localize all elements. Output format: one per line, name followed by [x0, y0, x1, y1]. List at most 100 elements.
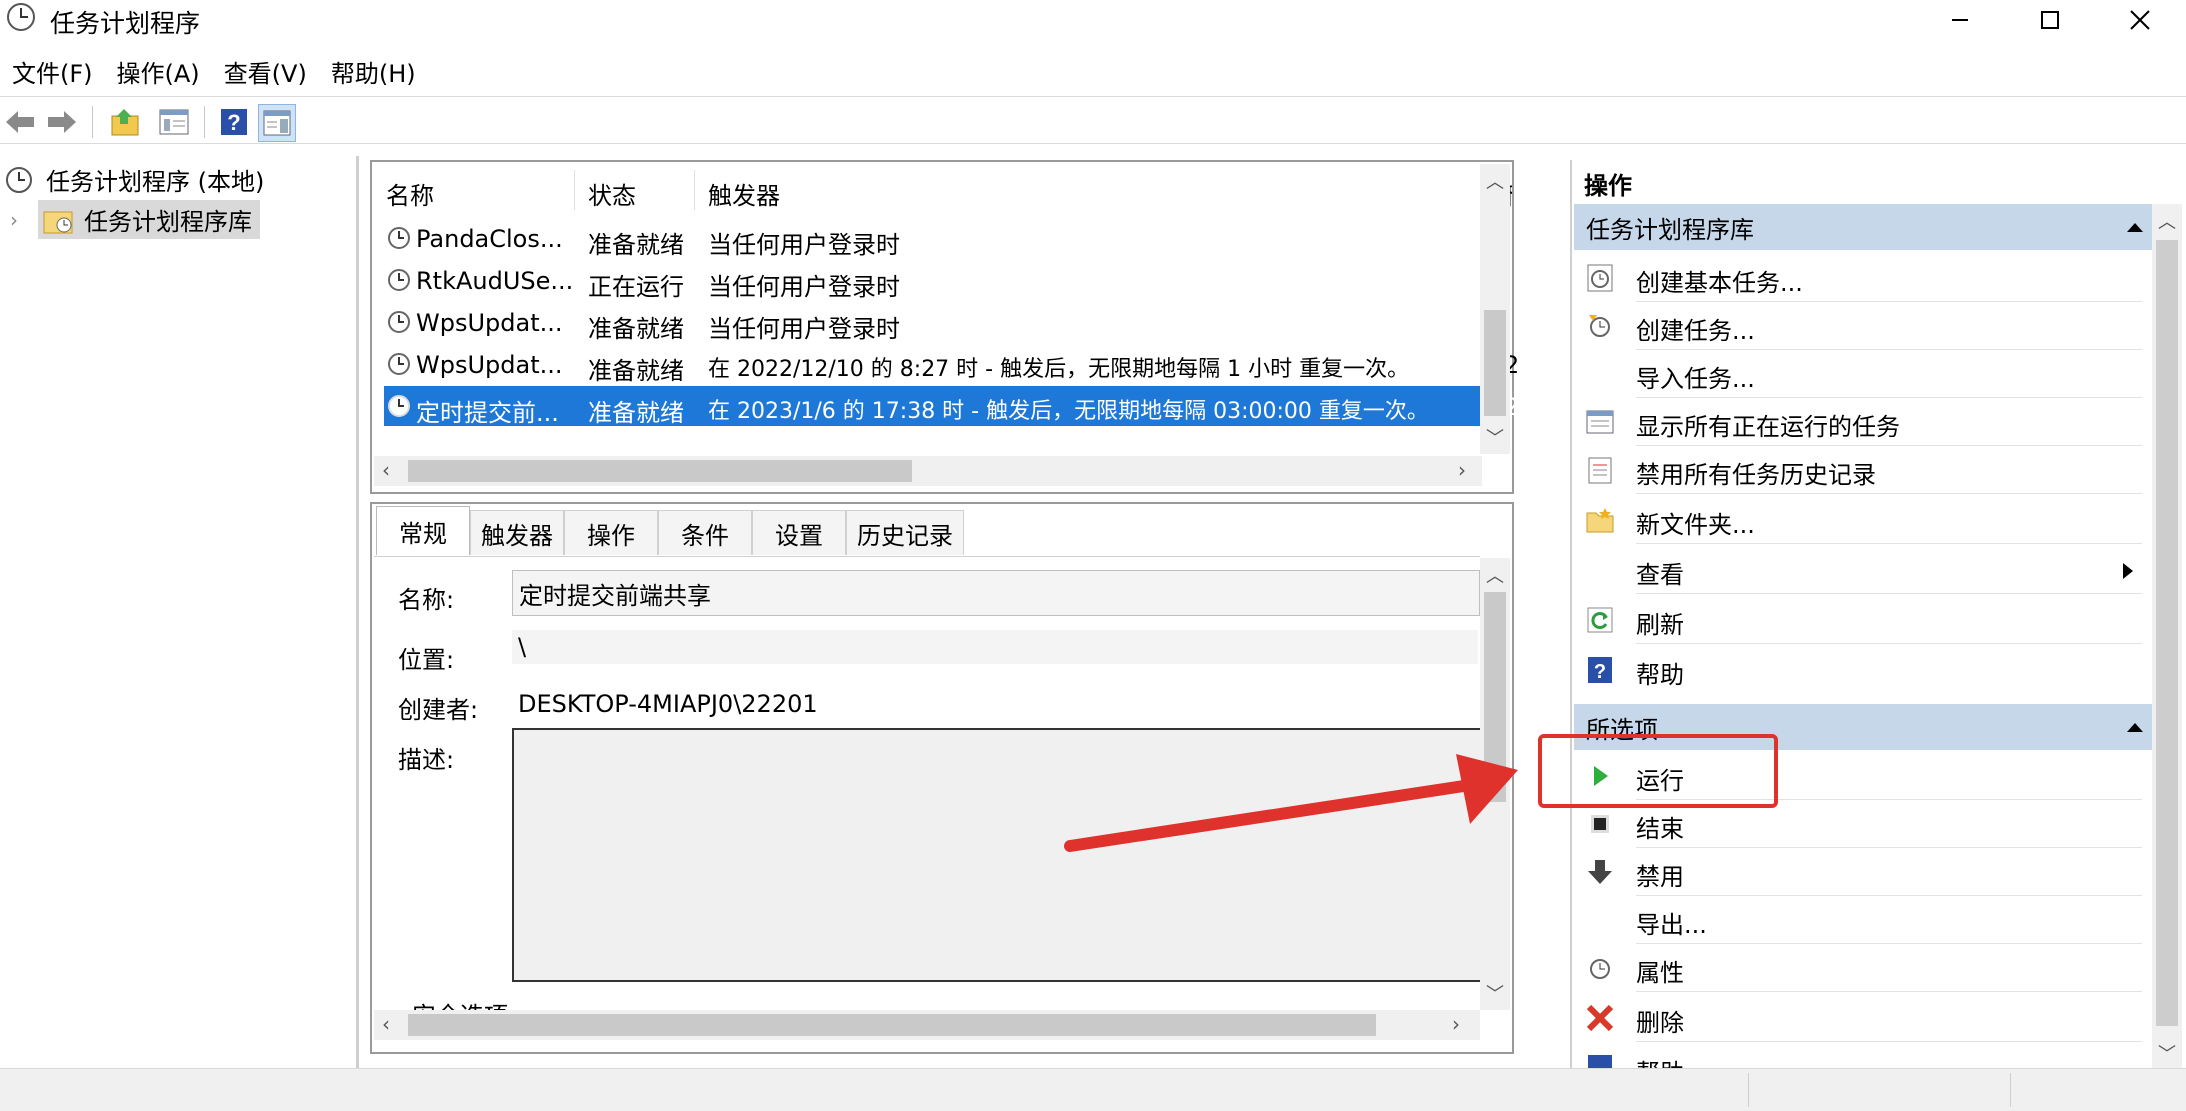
task-row[interactable]: RtkAudUSe... 正在运行 当任何用户登录时	[384, 260, 1484, 301]
task-status: 准备就绪	[588, 315, 684, 343]
task-row-selected[interactable]: 定时提交前... 准备就绪 在 2023/1/6 的 17:38 时 - 触发后…	[384, 386, 1519, 427]
task-name: PandaClos...	[416, 225, 563, 253]
scroll-up-icon[interactable]: ︿	[1486, 562, 1504, 588]
action-create-basic-task[interactable]: 创建基本任务...	[1574, 254, 2142, 302]
action-refresh[interactable]: 刷新	[1574, 596, 2142, 644]
section-header-library[interactable]: 任务计划程序库	[1574, 204, 2158, 250]
action-create-task[interactable]: 创建任务...	[1574, 302, 2142, 350]
task-row[interactable]: PandaClos... 准备就绪 当任何用户登录时	[384, 218, 1484, 259]
action-delete[interactable]: 删除	[1574, 994, 2142, 1042]
action-import-task[interactable]: 导入任务...	[1574, 350, 2142, 398]
running-tasks-icon	[1586, 410, 1614, 434]
scroll-left-icon[interactable]: ‹	[382, 458, 390, 482]
menu-view[interactable]: 查看(V)	[212, 56, 319, 92]
action-label: 禁用	[1636, 863, 1684, 891]
scroll-right-icon[interactable]: ›	[1458, 458, 1466, 482]
properties-icon	[1590, 959, 1610, 979]
back-arrow-icon	[6, 111, 34, 133]
task-name: WpsUpdat...	[416, 309, 563, 337]
column-header-trigger[interactable]: 触发器	[708, 176, 780, 211]
scroll-up-icon[interactable]: ︿	[2158, 208, 2176, 234]
tab-actions[interactable]: 操作	[564, 510, 658, 555]
expand-chevron-icon[interactable]: ›	[10, 208, 34, 232]
disable-icon	[1588, 860, 1612, 884]
task-row[interactable]: WpsUpdat... 准备就绪 在 2022/12/10 的 8:27 时 -…	[384, 344, 1519, 385]
show-hide-action-pane-button[interactable]	[258, 104, 296, 142]
scroll-right-icon[interactable]: ›	[1452, 1012, 1460, 1036]
task-list-horizontal-scrollbar[interactable]: ‹ ›	[374, 456, 1482, 486]
task-trigger: 当任何用户登录时	[708, 273, 900, 301]
delete-icon	[1586, 1004, 1614, 1032]
folder-up-icon	[111, 109, 139, 136]
minimize-button[interactable]	[1920, 0, 2000, 40]
menu-action[interactable]: 操作(A)	[105, 56, 212, 92]
tab-strip-divider	[374, 556, 1480, 557]
actions-vertical-scrollbar[interactable]: ︿ ﹀	[2152, 204, 2182, 1070]
help-icon: ?	[221, 109, 247, 135]
scroll-left-icon[interactable]: ‹	[382, 1012, 390, 1036]
task-list-vertical-scrollbar[interactable]: ︿ ﹀	[1480, 164, 1510, 454]
action-properties[interactable]: 属性	[1574, 944, 2142, 992]
tree-library-item[interactable]: › 任务计划程序库	[10, 200, 260, 239]
action-export[interactable]: 导出...	[1574, 896, 2142, 944]
status-divider	[1748, 1073, 1749, 1107]
tab-triggers[interactable]: 触发器	[470, 510, 564, 555]
toolbar: ?	[0, 100, 2186, 144]
action-pane-icon	[263, 110, 291, 136]
tab-general[interactable]: 常规	[376, 506, 470, 555]
tab-history[interactable]: 历史记录	[846, 510, 964, 555]
task-scheduler-app-icon	[6, 2, 36, 32]
task-trigger: 在 2023/1/6 的 17:38 时 - 触发后，无限期地每隔 03:00:…	[708, 399, 1429, 424]
action-new-folder[interactable]: 新文件夹...	[1574, 496, 2142, 544]
tree-library-label: 任务计划程序库	[84, 208, 252, 236]
task-clock-icon	[388, 353, 410, 375]
tab-conditions[interactable]: 条件	[658, 510, 752, 555]
action-view[interactable]: 查看	[1574, 546, 2142, 594]
task-row[interactable]: WpsUpdat... 准备就绪 当任何用户登录时	[384, 302, 1484, 343]
menu-help[interactable]: 帮助(H)	[319, 56, 428, 92]
console-tree: 任务计划程序 (本地) › 任务计划程序库	[0, 156, 359, 1068]
column-header-status[interactable]: 状态	[588, 176, 636, 211]
refresh-icon	[1587, 607, 1613, 633]
scroll-thumb[interactable]	[408, 460, 912, 482]
scroll-down-icon[interactable]: ﹀	[2158, 1040, 2176, 1066]
location-field: \	[512, 630, 1478, 664]
annotation-arrow-icon	[1064, 754, 1518, 852]
scroll-up-icon[interactable]: ︿	[1486, 168, 1504, 194]
up-folder-button[interactable]	[108, 104, 144, 140]
scroll-thumb[interactable]	[408, 1014, 1376, 1036]
help-toolbar-button[interactable]: ?	[216, 104, 252, 140]
security-options-label: 安全选项	[412, 996, 508, 1010]
forward-button[interactable]	[44, 104, 80, 140]
action-help[interactable]: ? 帮助	[1574, 646, 2142, 694]
action-help-selected[interactable]: 帮助	[1574, 1044, 2142, 1068]
details-horizontal-scrollbar[interactable]: ‹ ›	[374, 1010, 1480, 1040]
action-label: 删除	[1636, 1009, 1684, 1037]
task-clock-icon	[388, 395, 410, 417]
maximize-button[interactable]	[2010, 0, 2090, 40]
name-field[interactable]: 定时提交前端共享	[512, 570, 1480, 616]
tree-root-item[interactable]: 任务计划程序 (本地)	[4, 162, 264, 197]
column-header-name[interactable]: 名称	[386, 176, 434, 211]
close-button[interactable]	[2100, 0, 2180, 40]
action-show-running-tasks[interactable]: 显示所有正在运行的任务	[1574, 398, 2142, 446]
action-label: 创建基本任务...	[1636, 269, 1803, 297]
action-label: 禁用所有任务历史记录	[1636, 461, 1876, 489]
action-disable[interactable]: 禁用	[1574, 848, 2142, 896]
back-button[interactable]	[2, 104, 38, 140]
menu-file[interactable]: 文件(F)	[0, 56, 105, 92]
task-trigger: 当任何用户登录时	[708, 315, 900, 343]
action-disable-history[interactable]: 禁用所有任务历史记录	[1574, 446, 2142, 494]
create-task-icon	[1589, 315, 1610, 337]
console-tree-icon	[159, 109, 189, 135]
author-label: 创建者:	[398, 696, 479, 724]
scroll-thumb[interactable]	[1484, 310, 1506, 416]
tab-settings[interactable]: 设置	[752, 510, 846, 555]
menu-bar: 文件(F) 操作(A) 查看(V) 帮助(H)	[0, 56, 428, 92]
show-hide-tree-button[interactable]	[156, 104, 192, 140]
create-basic-task-icon	[1587, 264, 1613, 292]
scroll-down-icon[interactable]: ﹀	[1486, 424, 1504, 450]
task-trigger: 当任何用户登录时	[708, 231, 900, 259]
scroll-thumb[interactable]	[2156, 240, 2178, 1026]
scroll-down-icon[interactable]: ﹀	[1486, 980, 1504, 1006]
